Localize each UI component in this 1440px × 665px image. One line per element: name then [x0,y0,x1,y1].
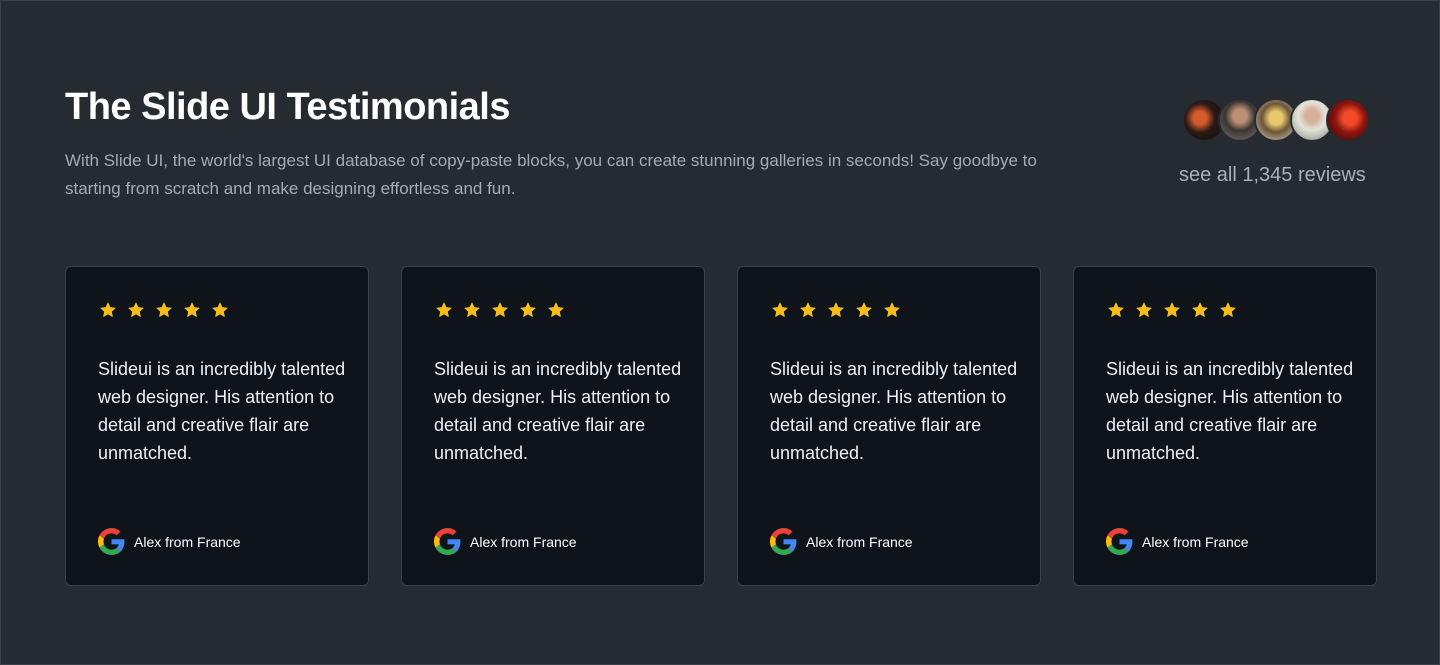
star-icon [548,302,564,318]
testimonial-quote: Slideui is an incredibly talented web de… [770,359,1018,463]
testimonial-cards: Slideui is an incredibly talented web de… [65,266,1377,586]
star-icon [772,302,788,318]
testimonial-quote: Slideui is an incredibly talented web de… [1106,359,1354,463]
star-icon [1136,302,1152,318]
star-icon [492,302,508,318]
author-name: Alex from France [806,533,913,550]
testimonial-author: Alex from France [434,528,577,555]
page-title: The Slide UI Testimonials [65,86,511,128]
page-subtitle: With Slide UI, the world's largest UI da… [65,151,1037,198]
star-icon [1192,302,1208,318]
testimonial-card: Slideui is an incredibly talented web de… [401,266,705,586]
testimonial-quote: Slideui is an incredibly talented web de… [98,359,346,463]
google-icon [770,528,797,555]
testimonial-author: Alex from France [770,528,913,555]
google-icon [98,528,125,555]
testimonial-card: Slideui is an incredibly talented web de… [737,266,1041,586]
star-icon [800,302,816,318]
star-icon [884,302,900,318]
star-icon [128,302,144,318]
star-icon [1164,302,1180,318]
testimonial-author: Alex from France [1106,528,1249,555]
star-icon [520,302,536,318]
star-icon [1220,302,1236,318]
star-rating [770,300,902,320]
author-name: Alex from France [470,533,577,550]
testimonial-card: Slideui is an incredibly talented web de… [65,266,369,586]
star-icon [1108,302,1124,318]
star-icon [184,302,200,318]
author-name: Alex from France [1142,533,1249,550]
avatar [1326,98,1370,142]
google-icon [1106,528,1133,555]
author-name: Alex from France [134,533,241,550]
testimonial-quote: Slideui is an incredibly talented web de… [434,359,682,463]
reviewer-avatars[interactable] [1182,98,1370,142]
testimonial-card: Slideui is an incredibly talented web de… [1073,266,1377,586]
testimonial-author: Alex from France [98,528,241,555]
star-rating [1106,300,1238,320]
testimonials-section: The Slide UI Testimonials With Slide UI,… [0,0,1440,665]
see-all-reviews-link[interactable]: see all 1,345 reviews [1179,163,1376,187]
star-rating [98,300,230,320]
star-rating [434,300,566,320]
google-icon [434,528,461,555]
star-icon [436,302,452,318]
star-icon [212,302,228,318]
star-icon [464,302,480,318]
star-icon [100,302,116,318]
star-icon [856,302,872,318]
star-icon [828,302,844,318]
star-icon [156,302,172,318]
